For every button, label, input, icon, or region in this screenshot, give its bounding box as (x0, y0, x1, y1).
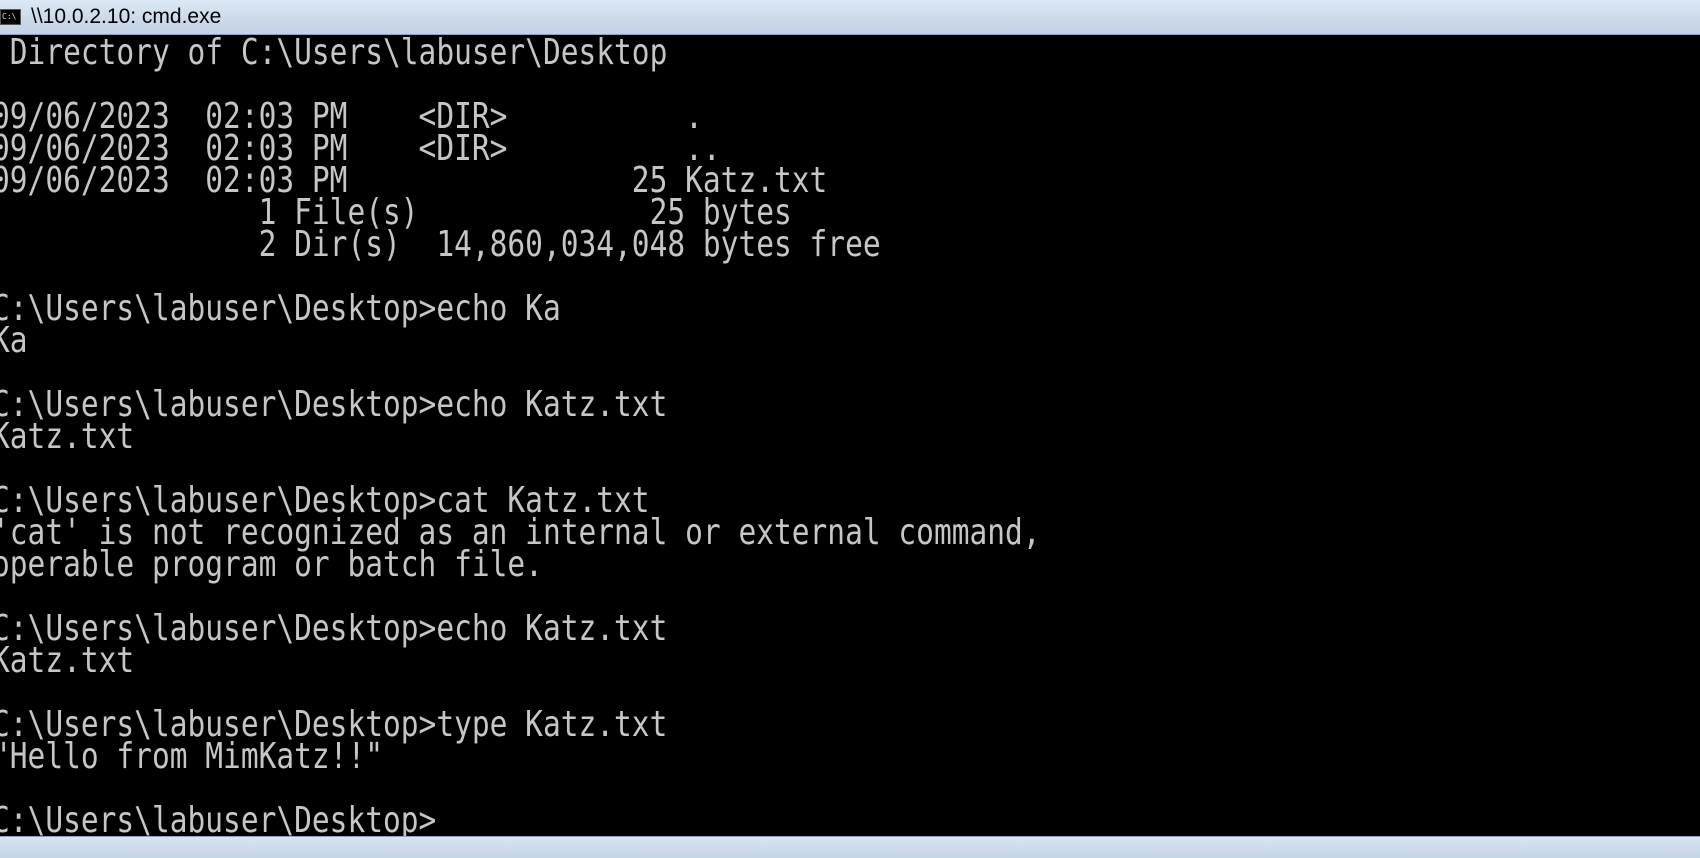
cmd-icon-glyph: C:\ (2, 12, 17, 21)
cmd-icon[interactable]: C:\ (0, 9, 21, 25)
console-output[interactable]: Directory of C:\Users\labuser\Desktop 09/… (0, 35, 1700, 836)
cmd-window: C:\ \\10.0.2.10: cmd.exe Directory of C:… (0, 0, 1700, 858)
console-line: Directory of C:\Users\labuser\Desktop (0, 35, 668, 73)
console-lines: Directory of C:\Users\labuser\Desktop 09/… (0, 35, 1041, 837)
console-line: C:\Users\labuser\Desktop> (0, 800, 437, 837)
console-line: C:\Users\labuser\Desktop>echo Ka (0, 288, 561, 329)
console-line: "Hello from MimKatz!!" (0, 736, 383, 777)
console-line: operable program or batch file. (0, 544, 543, 585)
console-line: Katz.txt (0, 416, 135, 457)
window-title: \\10.0.2.10: cmd.exe (31, 5, 222, 28)
console-line: C:\Users\labuser\Desktop>echo Katz.txt (0, 608, 668, 649)
console-line: C:\Users\labuser\Desktop>echo Katz.txt (0, 384, 668, 425)
console-line: 2 Dir(s) 14,860,034,048 bytes free (0, 224, 881, 265)
console-line: Ka (0, 320, 28, 361)
horizontal-scrollbar[interactable] (0, 836, 1700, 858)
console-line: Katz.txt (0, 640, 135, 681)
title-bar[interactable]: C:\ \\10.0.2.10: cmd.exe (0, 0, 1700, 35)
